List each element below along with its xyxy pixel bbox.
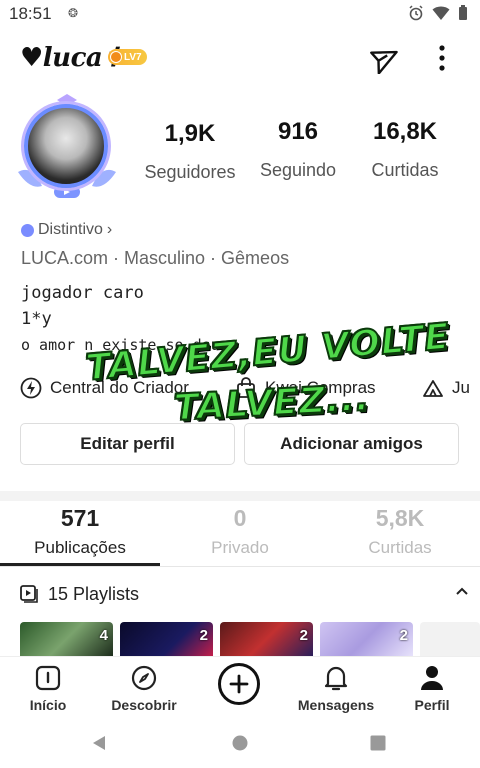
playlist-count: 4: [99, 627, 108, 644]
badge-icon: [21, 223, 34, 237]
link-ju-label: Ju: [452, 378, 470, 397]
likes-count: 16,8K: [372, 118, 438, 145]
nav-mensagens-label: Mensagens: [297, 697, 375, 713]
distintivo-label: Distintivo: [38, 221, 103, 238]
playlist-icon: [20, 585, 38, 603]
playlist-thumbnail[interactable]: 2: [220, 622, 313, 656]
tabs-border: [0, 566, 480, 567]
alarm-icon: [409, 5, 423, 21]
chevron-up-icon[interactable]: [454, 584, 470, 600]
profile-header: ♥luca✝ LV7: [0, 40, 480, 80]
status-bar: 18:51 ❂: [0, 0, 480, 28]
battery-icon: [459, 5, 467, 20]
bell-icon: [324, 666, 348, 691]
person-icon: [421, 666, 443, 690]
tab-publicacoes[interactable]: 571 Publicações: [0, 505, 160, 558]
nav-inicio-label: Início: [29, 697, 67, 713]
bio-line-1: jogador caro: [21, 283, 144, 303]
tab-privado-label: Privado: [211, 538, 269, 557]
wifi-icon: [432, 6, 450, 20]
tab-publicacoes-count: 571: [60, 505, 100, 531]
following-label: Seguindo: [259, 160, 337, 180]
level-coin-icon: [110, 51, 122, 63]
playlist-count: 2: [199, 627, 208, 644]
level-badge-label: LV7: [124, 51, 142, 63]
profile-meta: LUCA.com · Masculino · Gêmeos: [21, 248, 290, 268]
back-icon[interactable]: [90, 734, 108, 752]
playlists-label: 15 Playlists: [48, 583, 140, 604]
home-circle-icon[interactable]: [232, 735, 248, 751]
chevron-right-icon: ›: [106, 221, 113, 238]
bio-line-2: 1*y: [21, 309, 52, 329]
playlists-header[interactable]: 15 Playlists: [20, 582, 470, 606]
playlist-thumbnail[interactable]: 2: [120, 622, 213, 656]
content-tabs: 571 Publicações 0 Privado 5,8K Curtidas: [0, 505, 480, 567]
tab-privado-count: 0: [233, 505, 247, 531]
tab-privado[interactable]: 0 Privado: [160, 505, 320, 558]
followers-label: Seguidores: [144, 162, 236, 182]
compass-icon: [131, 665, 157, 691]
tab-curtidas-label: Curtidas: [368, 538, 432, 557]
nav-inicio[interactable]: Início: [3, 663, 93, 713]
following-stat[interactable]: 916 Seguindo: [243, 118, 353, 181]
playlist-thumbnail[interactable]: 4: [20, 622, 113, 656]
nav-mensagens[interactable]: Mensagens: [291, 663, 381, 713]
playlist-thumbnail[interactable]: [420, 622, 480, 656]
section-divider: [0, 491, 480, 501]
notification-icon: ❂: [68, 6, 79, 20]
nav-descobrir-label: Descobrir: [111, 697, 177, 713]
playlist-thumbnails: 4 2 2 2: [20, 622, 480, 656]
avatar-frame[interactable]: [12, 94, 122, 204]
home-icon: [35, 665, 61, 691]
following-count: 916: [277, 118, 319, 145]
system-navigation: [0, 720, 480, 768]
followers-stat[interactable]: 1,9K Seguidores: [135, 120, 245, 183]
edit-profile-button[interactable]: Editar perfil: [20, 423, 235, 465]
likes-stat[interactable]: 16,8K Curtidas: [350, 118, 460, 181]
more-options-icon[interactable]: [428, 42, 456, 74]
tent-icon: [423, 380, 443, 397]
status-time: 18:51: [9, 4, 52, 23]
tab-curtidas[interactable]: 5,8K Curtidas: [320, 505, 480, 558]
status-icons: [408, 5, 468, 21]
overlay-text-line-2: TALVEZ...: [172, 377, 372, 430]
add-friends-button[interactable]: Adicionar amigos: [244, 423, 459, 465]
share-icon[interactable]: [370, 42, 402, 74]
distintivo-link[interactable]: Distintivo ›: [21, 221, 112, 239]
plus-icon: [229, 674, 249, 694]
lightning-icon: [20, 377, 42, 399]
nav-perfil-label: Perfil: [414, 697, 450, 713]
playlist-count: 2: [399, 627, 408, 644]
likes-label: Curtidas: [371, 160, 439, 180]
level-badge[interactable]: LV7: [108, 49, 147, 65]
link-ju[interactable]: Ju: [422, 377, 470, 399]
tab-curtidas-count: 5,8K: [375, 505, 425, 531]
playlist-count: 2: [299, 627, 308, 644]
tab-publicacoes-label: Publicações: [34, 538, 126, 557]
avatar[interactable]: [24, 104, 108, 188]
recents-icon[interactable]: [370, 735, 386, 751]
nav-descobrir[interactable]: Descobrir: [99, 663, 189, 713]
create-button[interactable]: [218, 663, 260, 705]
followers-count: 1,9K: [164, 120, 216, 147]
nav-perfil[interactable]: Perfil: [387, 663, 477, 713]
playlist-thumbnail[interactable]: 2: [320, 622, 413, 656]
